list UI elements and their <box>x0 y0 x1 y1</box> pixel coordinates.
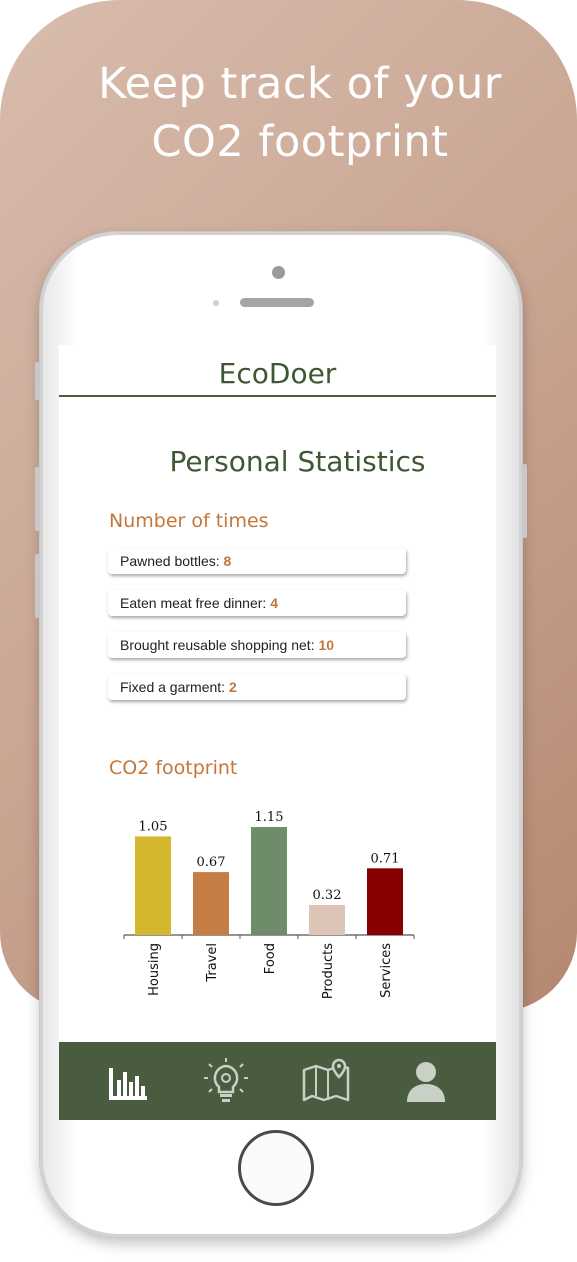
lightbulb-icon <box>204 1058 248 1102</box>
bar-services <box>367 868 403 935</box>
promo-headline: Keep track of your CO2 footprint <box>0 55 577 171</box>
bar-housing <box>135 836 171 935</box>
bar-food <box>251 827 287 935</box>
headline-line-2: CO2 footprint <box>151 117 449 167</box>
category-label: Products <box>321 943 336 999</box>
bar-value-label: 0.67 <box>197 855 226 870</box>
app-header: EcoDoer <box>59 345 496 397</box>
nav-tips[interactable] <box>201 1056 251 1106</box>
bar-value-label: 0.32 <box>313 888 342 903</box>
power-button <box>522 464 527 538</box>
app-screen: EcoDoer Personal Statistics Number of ti… <box>59 345 496 1120</box>
stat-row-reusable-shopping-net: Brought reusable shopping net: 10 <box>108 632 406 658</box>
stat-row-pawned-bottles: Pawned bottles: 8 <box>108 548 406 574</box>
stat-row-fixed-garment: Fixed a garment: 2 <box>108 674 406 700</box>
home-button[interactable] <box>238 1130 314 1206</box>
category-label: Services <box>379 943 394 998</box>
category-label: Travel <box>205 943 220 983</box>
stat-value: 10 <box>318 637 335 653</box>
stat-value: 4 <box>270 595 278 611</box>
bar-products <box>309 904 345 935</box>
stat-label: Pawned bottles: <box>120 553 224 569</box>
stat-value: 2 <box>228 679 237 695</box>
bar-travel <box>193 872 229 935</box>
stat-value: 8 <box>223 553 232 569</box>
nav-profile[interactable] <box>401 1056 451 1106</box>
earpiece-speaker <box>240 298 314 307</box>
mute-switch <box>35 362 40 400</box>
map-icon <box>302 1058 350 1102</box>
app-title: EcoDoer <box>218 357 337 390</box>
headline-line-1: Keep track of your <box>98 59 502 109</box>
bar-value-label: 1.05 <box>139 819 168 834</box>
counts-section-title: Number of times <box>109 510 269 532</box>
category-label: Housing <box>147 943 162 996</box>
page-title: Personal Statistics <box>169 445 426 478</box>
category-label: Food <box>263 943 278 974</box>
bar-value-label: 0.71 <box>371 851 400 866</box>
stat-row-meat-free-dinner: Eaten meat free dinner: 4 <box>108 590 406 616</box>
bottom-navbar <box>59 1042 496 1120</box>
stat-label: Fixed a garment: <box>120 679 229 695</box>
stat-label: Eaten meat free dinner: <box>120 595 271 611</box>
volume-up-button <box>35 467 40 531</box>
nav-map[interactable] <box>301 1056 351 1106</box>
bar-value-label: 1.15 <box>255 810 284 825</box>
volume-down-button <box>35 554 40 618</box>
stat-label: Brought reusable shopping net: <box>120 637 319 653</box>
front-camera <box>272 266 285 279</box>
nav-statistics[interactable] <box>103 1056 153 1106</box>
user-icon <box>407 1062 445 1102</box>
footprint-section-title: CO2 footprint <box>109 757 238 779</box>
bar-chart-icon <box>109 1068 147 1100</box>
co2-bar-chart: 1.05 Housing 0.67 Travel 1.15 Food 0.32 Product… <box>123 810 415 999</box>
proximity-sensor <box>213 300 219 306</box>
